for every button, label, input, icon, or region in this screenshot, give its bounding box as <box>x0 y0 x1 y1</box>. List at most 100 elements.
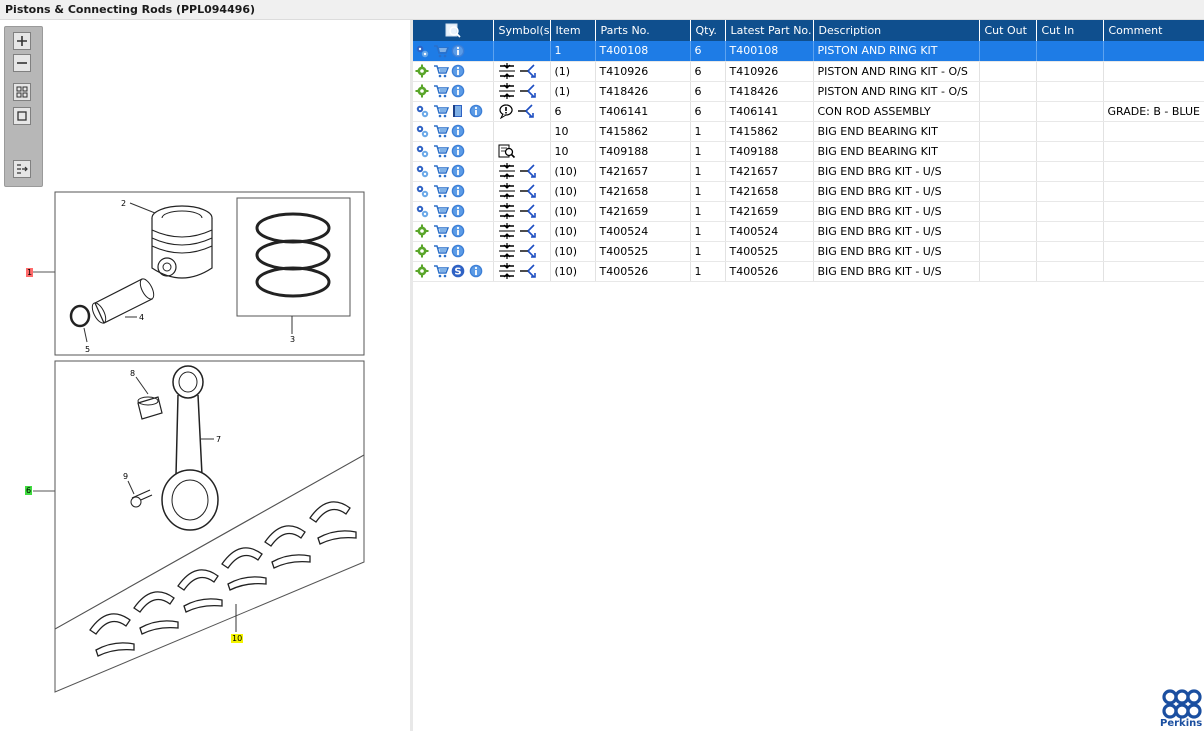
info-icon[interactable] <box>451 44 465 58</box>
description-cell: PISTON AND RING KIT <box>813 41 980 62</box>
supersede-arrow-icon[interactable] <box>519 163 537 179</box>
book-icon[interactable] <box>451 104 465 118</box>
table-row[interactable]: (10) T400525 1 T400525 BIG END BRG KIT - U/S <box>413 241 1204 262</box>
info-icon[interactable] <box>469 264 483 278</box>
size-variant-icon[interactable] <box>498 223 516 239</box>
cart-icon[interactable] <box>433 224 449 238</box>
supersede-arrow-icon[interactable] <box>519 83 537 99</box>
search-book-icon[interactable] <box>498 143 516 159</box>
column-header-latest-part-no[interactable]: Latest Part No. <box>725 20 814 41</box>
size-variant-icon[interactable] <box>498 163 516 179</box>
cart-icon[interactable] <box>433 104 449 118</box>
parts-gear-icon[interactable] <box>415 44 429 58</box>
cart-icon[interactable] <box>433 84 449 98</box>
cart-icon[interactable] <box>433 264 449 278</box>
cart-icon[interactable] <box>433 64 449 78</box>
table-row[interactable]: 10 T409188 1 T409188 BIG END BEARING KIT <box>413 141 1204 162</box>
table-row[interactable]: (10) T400524 1 T400524 BIG END BRG KIT - U/S <box>413 221 1204 242</box>
gear-icon[interactable] <box>415 64 429 78</box>
s-badge-icon[interactable]: S <box>451 264 465 278</box>
callout-8[interactable]: 8 <box>129 369 136 378</box>
cut-in-cell <box>1036 81 1104 102</box>
info-icon[interactable] <box>451 144 465 158</box>
table-row[interactable]: (1) T418426 6 T418426 PISTON AND RING KIT - … <box>413 81 1204 102</box>
parts-gear-icon[interactable] <box>415 124 429 138</box>
column-header-symbols[interactable]: Symbol(s) <box>493 20 551 41</box>
size-variant-icon[interactable] <box>498 183 516 199</box>
callout-2[interactable]: 2 <box>120 199 127 208</box>
gear-icon[interactable] <box>415 264 429 278</box>
info-icon[interactable] <box>451 84 465 98</box>
cut-out-cell <box>979 221 1037 242</box>
cart-icon[interactable] <box>433 244 449 258</box>
parts-search-header[interactable] <box>413 20 494 41</box>
cart-icon[interactable] <box>433 144 449 158</box>
info-icon[interactable] <box>451 184 465 198</box>
cut-out-cell <box>979 101 1037 122</box>
row-actions-cell <box>413 101 494 122</box>
info-icon[interactable] <box>451 124 465 138</box>
supersede-arrow-icon[interactable] <box>519 243 537 259</box>
parts-gear-icon[interactable] <box>415 184 429 198</box>
callout-4[interactable]: 4 <box>138 313 145 322</box>
size-variant-icon[interactable] <box>498 83 516 99</box>
info-icon[interactable] <box>451 64 465 78</box>
table-row[interactable]: (10) T421659 1 T421659 BIG END BRG KIT - U/S <box>413 201 1204 222</box>
table-row[interactable]: (10) T421657 1 T421657 BIG END BRG KIT - U/S <box>413 161 1204 182</box>
parts-gear-icon[interactable] <box>415 164 429 178</box>
hotspot-6[interactable]: 6 <box>25 486 33 495</box>
supersede-arrow-icon[interactable] <box>519 203 537 219</box>
cart-icon[interactable] <box>433 204 449 218</box>
info-icon[interactable] <box>469 104 483 118</box>
column-header-description[interactable]: Description <box>813 20 980 41</box>
size-variant-icon[interactable] <box>498 63 516 79</box>
size-variant-icon[interactable] <box>498 243 516 259</box>
column-header-qty[interactable]: Qty. <box>690 20 726 41</box>
info-icon[interactable] <box>451 164 465 178</box>
column-header-item[interactable]: Item <box>550 20 596 41</box>
description-cell: BIG END BRG KIT - U/S <box>813 241 980 262</box>
symbols-cell <box>493 141 551 162</box>
column-header-comment[interactable]: Comment <box>1103 20 1204 41</box>
cart-icon[interactable] <box>433 44 449 58</box>
parts-gear-icon[interactable] <box>415 104 429 118</box>
supersede-arrow-icon[interactable] <box>519 63 537 79</box>
info-icon[interactable] <box>451 204 465 218</box>
callout-5[interactable]: 5 <box>84 345 91 354</box>
cart-icon[interactable] <box>433 124 449 138</box>
column-header-cut-in[interactable]: Cut In <box>1036 20 1104 41</box>
supersede-arrow-icon[interactable] <box>519 263 537 279</box>
cart-icon[interactable] <box>433 184 449 198</box>
callout-9[interactable]: 9 <box>122 472 129 481</box>
supersede-arrow-icon[interactable] <box>519 183 537 199</box>
supersede-arrow-icon[interactable] <box>519 223 537 239</box>
size-variant-icon[interactable] <box>498 203 516 219</box>
callout-7[interactable]: 7 <box>215 435 222 444</box>
cut-in-cell <box>1036 241 1104 262</box>
info-icon[interactable] <box>451 224 465 238</box>
table-row[interactable]: 6 T406141 6 T406141 CON ROD ASSEMBLY GRADE: B… <box>413 101 1204 122</box>
table-row[interactable]: (1) T410926 6 T410926 PISTON AND RING KIT - … <box>413 61 1204 82</box>
table-row[interactable]: S (10) T400526 1 T400526 BIG END BRG KIT - U/… <box>413 261 1204 282</box>
gear-icon[interactable] <box>415 224 429 238</box>
table-row[interactable]: 10 T415862 1 T415862 BIG END BEARING KIT <box>413 121 1204 142</box>
gear-icon[interactable] <box>415 244 429 258</box>
cart-icon[interactable] <box>433 164 449 178</box>
cut-in-cell <box>1036 201 1104 222</box>
hotspot-1[interactable]: 1 <box>26 268 34 277</box>
column-header-parts-no[interactable]: Parts No. <box>595 20 691 41</box>
gear-icon[interactable] <box>415 84 429 98</box>
table-row[interactable]: (10) T421658 1 T421658 BIG END BRG KIT - U/S <box>413 181 1204 202</box>
parts-gear-icon[interactable] <box>415 144 429 158</box>
item-cell: (1) <box>550 81 596 102</box>
callout-3[interactable]: 3 <box>289 335 296 344</box>
hotspot-10[interactable]: 10 <box>231 634 244 643</box>
supersede-arrow-icon[interactable] <box>517 103 535 119</box>
info-icon[interactable] <box>451 244 465 258</box>
parts-gear-icon[interactable] <box>415 204 429 218</box>
table-row[interactable]: 1 T400108 6 T400108 PISTON AND RING KIT <box>413 41 1204 62</box>
comment-icon[interactable] <box>498 103 514 119</box>
diagram-pane[interactable]: 2 3 4 5 7 8 9 1 6 10 <box>0 20 410 731</box>
column-header-cut-out[interactable]: Cut Out <box>979 20 1037 41</box>
size-variant-icon[interactable] <box>498 263 516 279</box>
